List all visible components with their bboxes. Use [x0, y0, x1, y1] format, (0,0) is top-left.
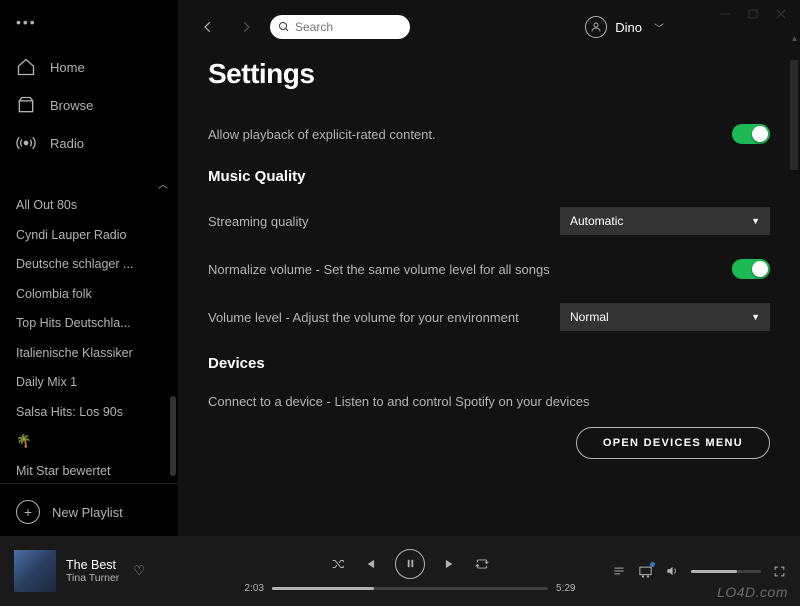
- minimize-button[interactable]: [720, 9, 730, 19]
- nav-forward-button[interactable]: [232, 13, 260, 41]
- home-icon: [16, 57, 36, 77]
- chevron-down-icon: ▼: [751, 312, 760, 322]
- main-scrollbar[interactable]: [790, 60, 798, 170]
- previous-button[interactable]: [363, 557, 377, 571]
- search-icon: [278, 21, 290, 33]
- connect-label: Connect to a device - Listen to and cont…: [208, 394, 590, 409]
- playlist-item[interactable]: Deutsche schlager ...: [0, 250, 178, 280]
- nav-label: Radio: [50, 136, 84, 151]
- page-title: Settings: [208, 58, 770, 90]
- volume-level-label: Volume level - Adjust the volume for you…: [208, 310, 519, 325]
- repeat-button[interactable]: [475, 557, 489, 571]
- search-input[interactable]: [295, 20, 402, 34]
- select-value: Automatic: [570, 214, 623, 228]
- select-value: Normal: [570, 310, 609, 324]
- new-playlist-label: New Playlist: [52, 505, 123, 520]
- playlist-item[interactable]: Italienische Klassiker: [0, 339, 178, 369]
- playlist-item[interactable]: Mit Star bewertet: [0, 457, 178, 480]
- notification-dot: [650, 562, 655, 567]
- section-devices: Devices: [208, 355, 770, 372]
- radio-icon: [16, 133, 36, 153]
- scroll-up-arrow[interactable]: ▲: [790, 34, 799, 42]
- app-menu-dots[interactable]: •••: [0, 14, 178, 48]
- open-devices-button[interactable]: OPEN DEVICES MENU: [576, 427, 770, 459]
- volume-bar[interactable]: [691, 570, 761, 573]
- time-duration: 5:29: [556, 583, 586, 594]
- playlist-item[interactable]: Salsa Hits: Los 90s: [0, 398, 178, 428]
- user-avatar-icon: [585, 16, 607, 38]
- nav-browse[interactable]: Browse: [0, 86, 178, 124]
- devices-button[interactable]: [638, 564, 653, 579]
- playlist-item[interactable]: Cyndi Lauper Radio: [0, 221, 178, 251]
- chevron-down-icon: ﹀: [654, 20, 664, 35]
- nav-back-button[interactable]: [194, 13, 222, 41]
- section-music-quality: Music Quality: [208, 168, 770, 185]
- nav-label: Browse: [50, 98, 93, 113]
- plus-icon: +: [16, 500, 40, 524]
- nav-home[interactable]: Home: [0, 48, 178, 86]
- progress-bar[interactable]: [272, 587, 548, 590]
- streaming-quality-select[interactable]: Automatic ▼: [560, 207, 770, 235]
- playlist-item[interactable]: 🌴: [0, 427, 178, 457]
- pause-button[interactable]: [395, 549, 425, 579]
- normalize-label: Normalize volume - Set the same volume l…: [208, 262, 550, 277]
- explicit-toggle[interactable]: [732, 124, 770, 144]
- normalize-toggle[interactable]: [732, 259, 770, 279]
- maximize-button[interactable]: [748, 9, 758, 19]
- fullscreen-button[interactable]: [773, 565, 786, 578]
- playlist-item[interactable]: Top Hits Deutschla...: [0, 309, 178, 339]
- playlist-item[interactable]: Daily Mix 1: [0, 368, 178, 398]
- track-title[interactable]: The Best: [66, 558, 119, 572]
- queue-button[interactable]: [612, 564, 626, 578]
- streaming-quality-label: Streaming quality: [208, 214, 308, 229]
- browse-icon: [16, 95, 36, 115]
- sidebar-scrollbar[interactable]: [170, 396, 176, 476]
- shuffle-button[interactable]: [331, 557, 345, 571]
- time-elapsed: 2:03: [234, 583, 264, 594]
- heart-icon[interactable]: ♡: [133, 563, 145, 579]
- user-name: Dino: [615, 20, 642, 35]
- search-input-container[interactable]: [270, 15, 410, 39]
- chevron-down-icon: ▼: [751, 216, 760, 226]
- volume-level-select[interactable]: Normal ▼: [560, 303, 770, 331]
- close-button[interactable]: [776, 9, 786, 19]
- new-playlist-button[interactable]: + New Playlist: [0, 488, 178, 536]
- album-art[interactable]: [14, 550, 56, 592]
- nav-radio[interactable]: Radio: [0, 124, 178, 162]
- track-artist[interactable]: Tina Turner: [66, 572, 119, 584]
- explicit-label: Allow playback of explicit-rated content…: [208, 127, 436, 142]
- volume-icon[interactable]: [665, 564, 679, 578]
- next-button[interactable]: [443, 557, 457, 571]
- divider: [0, 483, 178, 484]
- playlist-item[interactable]: All Out 80s: [0, 191, 178, 221]
- nav-label: Home: [50, 60, 85, 75]
- playlist-item[interactable]: Colombia folk: [0, 280, 178, 310]
- chevron-up-icon[interactable]: ︿: [158, 176, 168, 191]
